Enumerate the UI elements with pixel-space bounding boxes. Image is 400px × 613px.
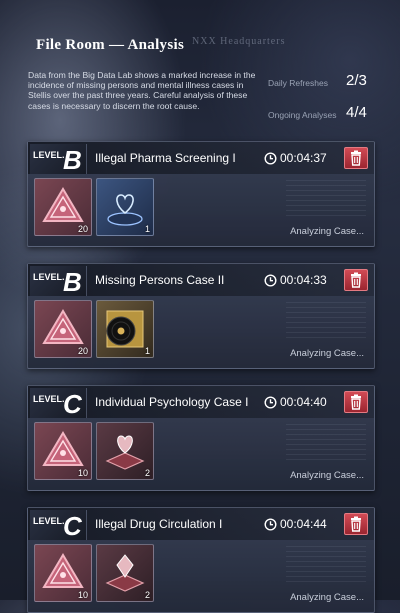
item-slot[interactable]: 20 [34, 300, 92, 358]
decorative-lines [286, 546, 366, 586]
trash-icon [351, 516, 361, 532]
hq-watermark: NXX Headquarters [192, 36, 286, 47]
ongoing-analyses-value: 4/4 [346, 104, 367, 121]
level-word: LEVEL. [33, 272, 65, 282]
clock-icon [264, 395, 277, 409]
item-quantity: 2 [144, 590, 150, 600]
level-badge: LEVEL. B [30, 266, 87, 297]
item-slot[interactable]: 20 [34, 178, 92, 236]
delete-button[interactable] [344, 391, 368, 413]
delete-button[interactable] [344, 513, 368, 535]
item-slot[interactable]: 2 [96, 544, 154, 602]
case-card-header: LEVEL. C Individual Psychology Case I 00… [28, 386, 374, 419]
decorative-lines [286, 180, 366, 220]
daily-refreshes-value: 2/3 [346, 72, 367, 89]
trash-icon [351, 394, 361, 410]
level-word: LEVEL. [33, 394, 65, 404]
timer-text: 00:04:37 [280, 151, 327, 165]
level-letter: B [63, 145, 82, 175]
level-badge: LEVEL. C [30, 510, 87, 541]
status-text: Analyzing Case... [290, 470, 364, 481]
case-card-header: LEVEL. B Missing Persons Case II 00:04:3… [28, 264, 374, 297]
trash-icon [351, 272, 361, 288]
timer: 00:04:37 [264, 150, 327, 166]
item-quantity: 2 [144, 468, 150, 478]
level-badge: LEVEL. C [30, 388, 87, 419]
level-letter: C [63, 511, 82, 541]
item-slot[interactable]: 10 [34, 544, 92, 602]
timer: 00:04:44 [264, 516, 327, 532]
clock-icon [264, 151, 277, 165]
timer: 00:04:33 [264, 272, 327, 288]
header: File Room — Analysis NXX Headquarters Da… [0, 0, 400, 140]
item-slot[interactable]: 1 [96, 300, 154, 358]
item-quantity: 20 [77, 224, 88, 234]
timer-text: 00:04:44 [280, 517, 327, 531]
item-slot[interactable]: 1 [96, 178, 154, 236]
page-title: File Room — Analysis [36, 37, 185, 53]
case-name: Illegal Pharma Screening I [95, 151, 236, 165]
status-text: Analyzing Case... [290, 226, 364, 237]
daily-refreshes-label: Daily Refreshes [268, 78, 328, 88]
case-name: Illegal Drug Circulation I [95, 517, 223, 531]
case-card[interactable]: LEVEL. B Missing Persons Case II 00:04:3… [27, 263, 375, 369]
clock-icon [264, 273, 277, 287]
case-card-header: LEVEL. C Illegal Drug Circulation I 00:0… [28, 508, 374, 541]
level-letter: B [63, 267, 82, 297]
timer-text: 00:04:40 [280, 395, 327, 409]
timer: 00:04:40 [264, 394, 327, 410]
item-slot[interactable]: 10 [34, 422, 92, 480]
level-letter: C [63, 389, 82, 419]
ongoing-analyses-label: Ongoing Analyses [268, 110, 337, 120]
item-slot[interactable]: 2 [96, 422, 154, 480]
decorative-lines [286, 302, 366, 342]
timer-text: 00:04:33 [280, 273, 327, 287]
case-name: Individual Psychology Case I [95, 395, 249, 409]
item-quantity: 10 [77, 590, 88, 600]
item-quantity: 1 [144, 346, 150, 356]
level-badge: LEVEL. B [30, 144, 87, 175]
delete-button[interactable] [344, 269, 368, 291]
clock-icon [264, 517, 277, 531]
case-name: Missing Persons Case II [95, 273, 225, 287]
case-card[interactable]: LEVEL. C Individual Psychology Case I 00… [27, 385, 375, 491]
trash-icon [351, 150, 361, 166]
case-card-header: LEVEL. B Illegal Pharma Screening I 00:0… [28, 142, 374, 175]
level-word: LEVEL. [33, 516, 65, 526]
case-card[interactable]: LEVEL. C Illegal Drug Circulation I 00:0… [27, 507, 375, 613]
item-quantity: 10 [77, 468, 88, 478]
case-card[interactable]: LEVEL. B Illegal Pharma Screening I 00:0… [27, 141, 375, 247]
description: Data from the Big Data Lab shows a marke… [28, 70, 256, 111]
item-quantity: 1 [144, 224, 150, 234]
status-text: Analyzing Case... [290, 592, 364, 603]
item-quantity: 20 [77, 346, 88, 356]
status-text: Analyzing Case... [290, 348, 364, 359]
level-word: LEVEL. [33, 150, 65, 160]
decorative-lines [286, 424, 366, 464]
delete-button[interactable] [344, 147, 368, 169]
